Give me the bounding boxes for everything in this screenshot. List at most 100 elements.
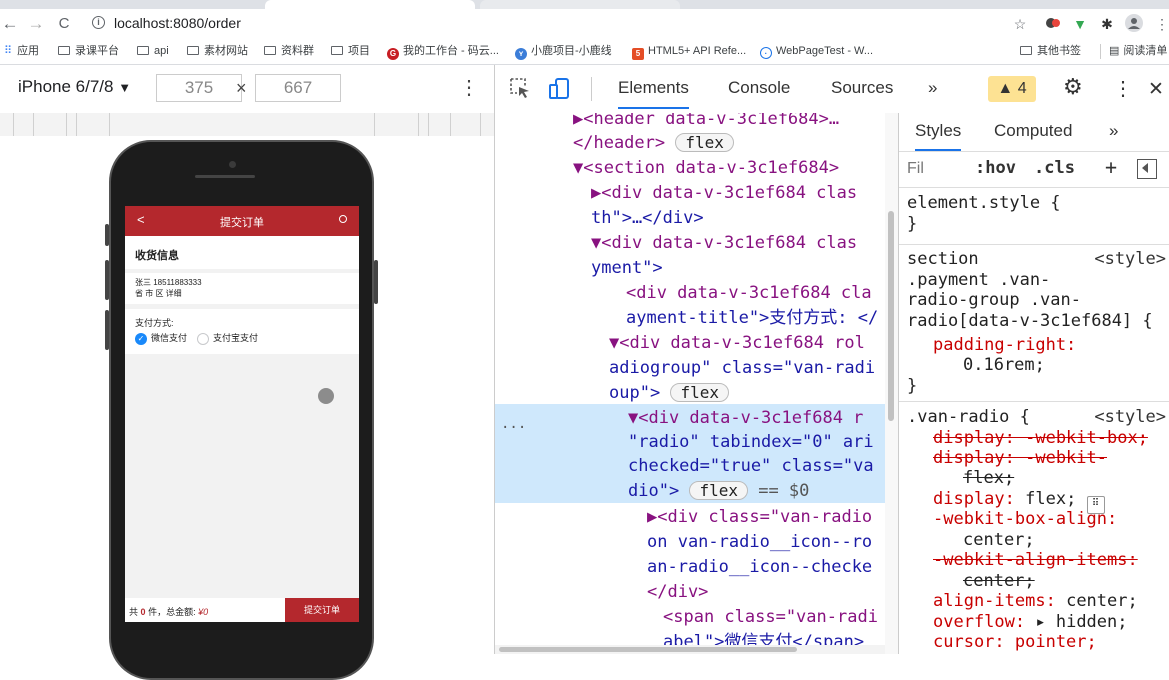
address-card[interactable]: 张三 18511883333 省 市 区 详细 — [125, 273, 359, 304]
styles-filter-input[interactable]: Fil — [907, 160, 957, 180]
dom-node-cont[interactable]: adiogroup" class="van-radi — [609, 356, 875, 381]
bookmark-item[interactable]: 5 HTML5+ API Refe... — [632, 44, 746, 60]
bookmark-item[interactable]: ʏ 小鹿项目-小鹿线 — [515, 44, 612, 60]
css-declaration-overridden[interactable]: display: -webkit- — [933, 448, 1107, 469]
more-style-tabs-icon[interactable]: » — [1109, 121, 1118, 141]
css-value[interactable]: center; — [963, 530, 1035, 551]
floating-touch-button[interactable] — [318, 388, 334, 404]
hov-toggle[interactable]: :hov — [975, 158, 1016, 178]
height-input[interactable]: 667 — [255, 74, 341, 102]
dom-node[interactable]: ▼<div data-v-3c1ef684 clas — [591, 231, 857, 256]
device-options-icon[interactable]: ⋮ — [459, 75, 479, 100]
width-input[interactable]: 375 — [156, 74, 242, 102]
bookmark-star-icon[interactable]: ☆ — [1010, 14, 1030, 34]
dom-node[interactable]: </header> flex — [573, 131, 734, 156]
node-actions-ellipsis[interactable]: ... — [501, 412, 526, 437]
element-style-rule[interactable]: element.style { } — [899, 188, 1169, 245]
apps-bookmark[interactable]: ⠿ 应用 — [4, 44, 39, 59]
dom-horizontal-scrollbar[interactable] — [495, 645, 885, 654]
device-select[interactable]: iPhone 6/7/8 ▼ — [18, 77, 131, 97]
dom-node-cont[interactable]: an-radio__icon--checke — [647, 555, 872, 580]
inspect-element-icon[interactable] — [509, 77, 531, 101]
css-declaration[interactable]: overflow: ▸ hidden; — [933, 612, 1128, 633]
css-property[interactable]: -webkit-box-align: — [933, 509, 1117, 530]
dom-node[interactable]: ▶<header data-v-3c1ef684>… — [573, 113, 839, 132]
headphones-icon[interactable] — [339, 215, 347, 223]
bookmark-item[interactable]: 资料群 — [264, 44, 314, 59]
bookmark-item[interactable]: 项目 — [331, 44, 370, 59]
dom-node[interactable]: ▼<div data-v-3c1ef684 rol — [609, 331, 865, 356]
extensions-puzzle-icon[interactable]: ✱ — [1097, 14, 1117, 34]
url-text[interactable]: localhost:8080/order — [114, 15, 241, 31]
reload-button[interactable]: C — [54, 14, 74, 34]
dom-node-cont[interactable]: "radio" tabindex="0" ari — [628, 430, 874, 455]
scrollbar-thumb[interactable] — [888, 211, 894, 421]
dom-node[interactable]: </div> — [647, 580, 708, 605]
radio-alipay[interactable]: 支付宝支付 — [197, 331, 258, 345]
css-property[interactable]: padding-right: — [933, 335, 1076, 356]
tab-console[interactable]: Console — [728, 78, 790, 98]
flex-badge[interactable]: flex — [689, 481, 748, 500]
extension-icon[interactable] — [1043, 14, 1063, 34]
css-declaration-overridden[interactable]: -webkit-align-items: — [933, 550, 1138, 571]
bookmark-item[interactable]: 录课平台 — [58, 44, 119, 59]
more-tabs-icon[interactable]: » — [928, 78, 937, 98]
vue-devtools-icon[interactable]: ▼ — [1070, 14, 1090, 34]
style-source-link[interactable]: <style> — [1094, 407, 1166, 428]
dom-node-cont[interactable]: on van-radio__icon--ro — [647, 530, 872, 555]
css-declaration-overridden[interactable]: display: -webkit-box; — [933, 428, 1148, 449]
van-radio-rule[interactable]: .van-radio { <style> display: -webkit-bo… — [899, 402, 1169, 654]
bookmark-item[interactable]: G 我的工作台 - 码云... — [387, 44, 499, 60]
media-query-ruler[interactable] — [0, 113, 494, 137]
dom-node-cont[interactable]: dio"> flex == $0 — [628, 479, 809, 504]
tab-styles[interactable]: Styles — [915, 121, 962, 151]
browser-tab[interactable] — [265, 0, 475, 9]
warnings-badge[interactable]: ▲ 4 — [988, 76, 1036, 102]
dom-node[interactable]: <div data-v-3c1ef684 cla — [626, 281, 872, 306]
flex-badge[interactable]: flex — [675, 133, 734, 152]
css-declaration-overridden[interactable]: center; — [963, 571, 1035, 592]
css-declaration[interactable]: align-items: center; — [933, 591, 1138, 612]
address-bar[interactable]: i localhost:8080/order — [86, 12, 976, 35]
other-bookmarks[interactable]: 其他书签 — [1020, 44, 1081, 59]
dom-node[interactable]: ▶<div class="van-radio — [647, 505, 872, 530]
selected-dom-node[interactable]: ▼<div data-v-3c1ef684 r — [628, 406, 863, 431]
new-rule-plus-icon[interactable]: + — [1105, 155, 1117, 179]
flex-badge[interactable]: flex — [670, 383, 729, 402]
toggle-sidebar-icon[interactable] — [1137, 159, 1157, 179]
css-declaration-overridden[interactable]: flex; — [963, 468, 1014, 489]
radio-wechat-pay[interactable]: ✓ 微信支付 — [135, 331, 187, 345]
reading-list[interactable]: ▤ 阅读清单 — [1100, 44, 1167, 59]
browser-tab[interactable] — [480, 0, 680, 9]
tab-sources[interactable]: Sources — [831, 78, 893, 98]
forward-button[interactable]: → — [26, 14, 46, 34]
dom-node-cont[interactable]: th">…</div> — [591, 206, 704, 231]
cls-toggle[interactable]: .cls — [1034, 158, 1075, 178]
dom-node[interactable]: ▼<section data-v-3c1ef684> — [573, 156, 839, 181]
dom-node[interactable]: ▶<div data-v-3c1ef684 clas — [591, 181, 857, 206]
bookmark-item[interactable]: 素材网站 — [187, 44, 248, 59]
bookmark-item[interactable]: · WebPageTest - W... — [760, 44, 873, 59]
dom-node-cont[interactable]: ayment-title">支付方式: </ — [626, 306, 878, 331]
profile-avatar-icon[interactable] — [1124, 14, 1144, 34]
browser-menu-icon[interactable]: ⋮ — [1152, 14, 1169, 34]
tab-elements[interactable]: Elements — [618, 78, 689, 109]
devtools-menu-icon[interactable]: ⋮ — [1113, 76, 1133, 101]
bookmark-item[interactable]: api — [137, 44, 169, 59]
style-source-link[interactable]: <style> — [1094, 249, 1166, 270]
dom-node-cont[interactable]: yment"> — [591, 256, 663, 281]
css-value[interactable]: 0.16rem; — [963, 355, 1045, 376]
submit-order-button[interactable]: 提交订单 — [285, 598, 359, 622]
scrollbar-thumb[interactable] — [499, 647, 797, 652]
close-devtools-icon[interactable]: ✕ — [1148, 78, 1164, 101]
dom-node-cont[interactable]: checked="true" class="va — [628, 454, 874, 479]
dom-vertical-scrollbar[interactable] — [885, 113, 898, 654]
back-button[interactable]: ← — [0, 14, 20, 34]
dom-node[interactable]: <span class="van-radi — [663, 605, 878, 630]
css-declaration[interactable]: cursor: pointer; — [933, 632, 1097, 653]
payment-radio-rule[interactable]: section <style> .payment .van- radio-gro… — [899, 245, 1169, 402]
info-icon[interactable]: i — [92, 16, 105, 29]
tab-computed[interactable]: Computed — [994, 121, 1072, 141]
dom-node-cont[interactable]: oup"> flex — [609, 381, 729, 406]
settings-gear-icon[interactable]: ⚙ — [1063, 74, 1083, 100]
